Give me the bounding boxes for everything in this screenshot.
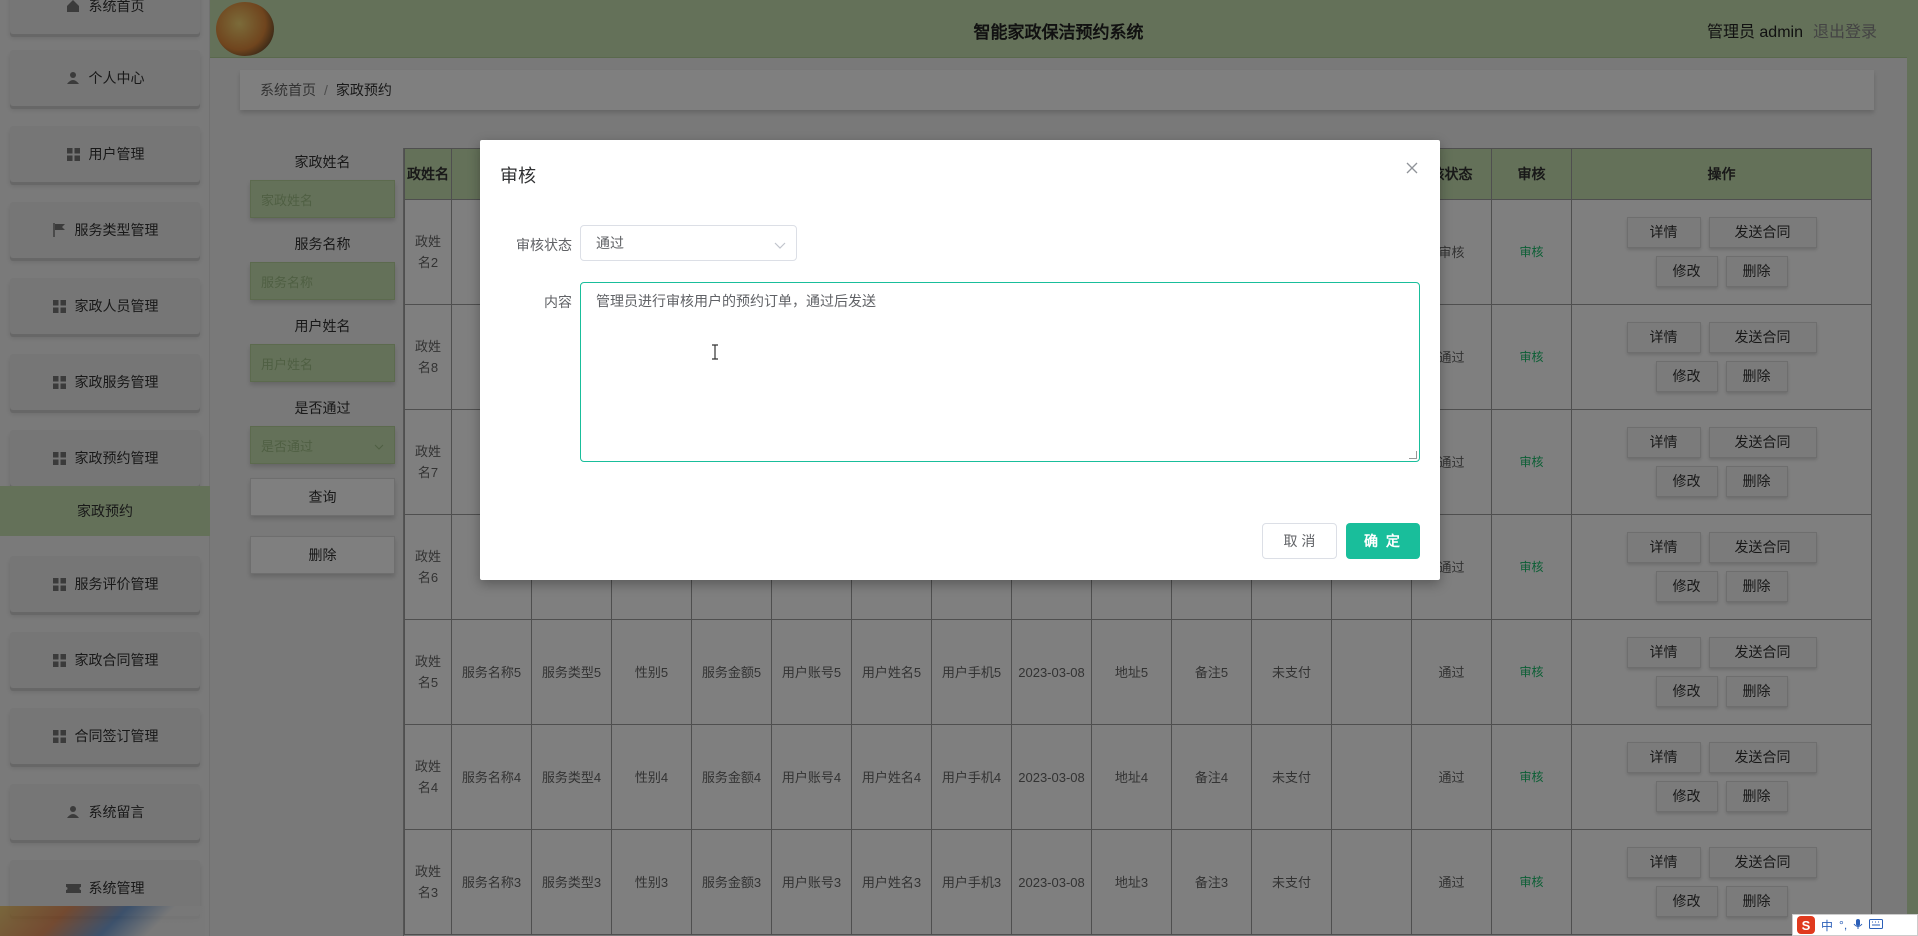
text-cursor-icon bbox=[710, 344, 720, 363]
content-text: 管理员进行审核用户的预约订单，通过后发送 bbox=[596, 293, 876, 309]
microphone-icon[interactable] bbox=[1853, 918, 1863, 933]
audit-status-select[interactable]: 通过 bbox=[580, 225, 797, 261]
keyboard-icon[interactable] bbox=[1869, 918, 1884, 932]
audit-status-label: 审核状态 bbox=[516, 237, 572, 253]
chevron-down-icon bbox=[774, 237, 786, 253]
dialog-title: 审核 bbox=[500, 166, 536, 186]
content-textarea[interactable]: 管理员进行审核用户的预约订单，通过后发送 bbox=[580, 282, 1420, 462]
audit-dialog: 审核 审核状态 通过 内容 管理员进行审核用户的预约订单，通过后发送 取 消 确… bbox=[480, 140, 1440, 580]
ime-punct[interactable]: °, bbox=[1839, 918, 1847, 932]
ime-mode[interactable]: 中 bbox=[1821, 917, 1833, 934]
audit-status-value: 通过 bbox=[596, 235, 624, 251]
confirm-button[interactable]: 确 定 bbox=[1346, 523, 1420, 559]
content-label: 内容 bbox=[544, 294, 572, 310]
textarea-resize-handle[interactable] bbox=[1409, 451, 1417, 459]
cancel-button[interactable]: 取 消 bbox=[1262, 523, 1337, 559]
close-icon[interactable] bbox=[1402, 158, 1422, 178]
ime-toolbar[interactable]: S 中 °, bbox=[1792, 914, 1918, 936]
sogou-logo-icon: S bbox=[1797, 916, 1815, 934]
